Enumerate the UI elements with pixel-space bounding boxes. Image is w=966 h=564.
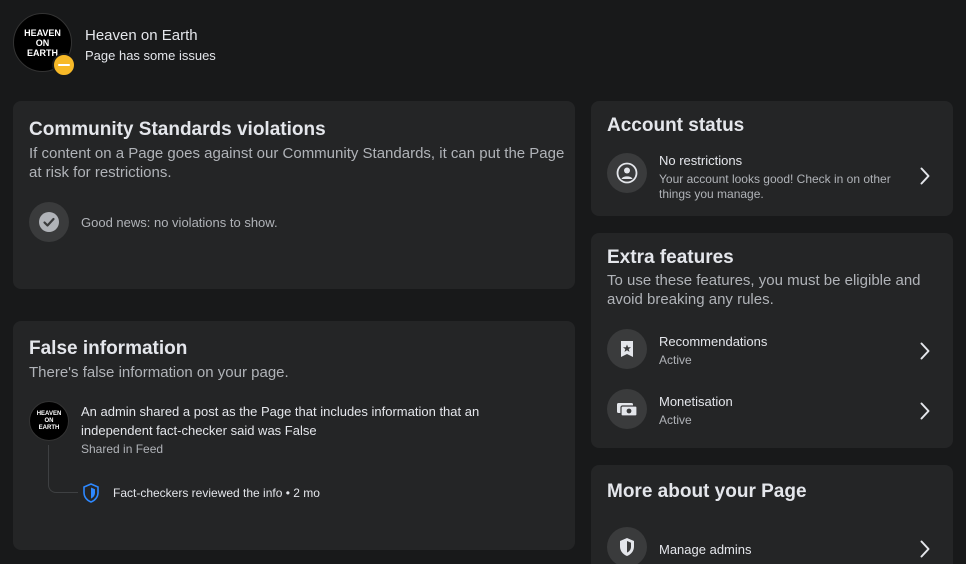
more-about-title: More about your Page — [607, 481, 807, 502]
warning-badge-icon — [52, 53, 76, 77]
check-circle-icon — [29, 202, 69, 242]
recommendations-label: Recommendations — [659, 334, 768, 349]
more-about-card: More about your Page Manage admins — [591, 465, 953, 564]
manage-admins-label: Manage admins — [659, 542, 752, 557]
account-status-card: Account status No restrictions Your acco… — [591, 101, 953, 216]
page-header: HEAVEN ON EARTH Heaven on Earth Page has… — [13, 13, 413, 77]
post-avatar[interactable]: HEAVEN ON EARTH — [29, 401, 69, 441]
violations-card: Community Standards violations If conten… — [13, 101, 575, 289]
shield-icon — [607, 527, 647, 564]
account-status-row[interactable]: No restrictions Your account looks good!… — [591, 145, 953, 207]
false-info-card: False information There's false informat… — [13, 321, 575, 550]
money-icon — [607, 389, 647, 429]
chevron-right-icon — [917, 166, 933, 186]
monetisation-label: Monetisation — [659, 394, 733, 409]
chevron-right-icon — [917, 401, 933, 421]
account-status-title: Account status — [607, 115, 745, 136]
thread-connector — [48, 445, 78, 493]
avatar-line: EARTH — [27, 47, 58, 58]
violations-title: Community Standards violations — [29, 119, 326, 140]
avatar-line: HEAVEN — [36, 410, 62, 417]
review-text: Fact-checkers reviewed the info • 2 mo — [113, 486, 320, 500]
shield-icon — [81, 483, 101, 503]
false-info-title: False information — [29, 338, 188, 359]
manage-admins-row[interactable]: Manage admins — [591, 525, 953, 564]
account-status-item-title: No restrictions — [659, 153, 743, 168]
post-meta: Shared in Feed — [81, 442, 164, 456]
extra-features-card: Extra features To use these features, yo… — [591, 233, 953, 448]
extra-features-title: Extra features — [607, 247, 734, 268]
monetisation-row[interactable]: Monetisation Active — [591, 385, 953, 437]
monetisation-status: Active — [659, 413, 692, 427]
avatar-line: HEAVEN — [24, 27, 61, 38]
no-violations-text: Good news: no violations to show. — [81, 215, 278, 230]
page-name: Heaven on Earth — [85, 27, 198, 44]
account-icon — [607, 153, 647, 193]
false-info-description: There's false information on your page. — [29, 364, 289, 381]
avatar-line: ON — [44, 417, 54, 424]
chevron-right-icon — [917, 341, 933, 361]
recommendations-row[interactable]: Recommendations Active — [591, 325, 953, 377]
avatar-line: ON — [35, 37, 50, 48]
chevron-right-icon — [917, 539, 933, 559]
recommendations-status: Active — [659, 353, 692, 367]
extra-features-description: To use these features, you must be eligi… — [607, 272, 921, 308]
post-text[interactable]: An admin shared a post as the Page that … — [81, 402, 541, 440]
page-status: Page has some issues — [85, 48, 216, 63]
avatar-line: EARTH — [38, 424, 60, 431]
violations-description: If content on a Page goes against our Co… — [29, 145, 565, 181]
account-status-item-sub: Your account looks good! Check in on oth… — [659, 172, 891, 201]
recommendations-icon — [607, 329, 647, 369]
